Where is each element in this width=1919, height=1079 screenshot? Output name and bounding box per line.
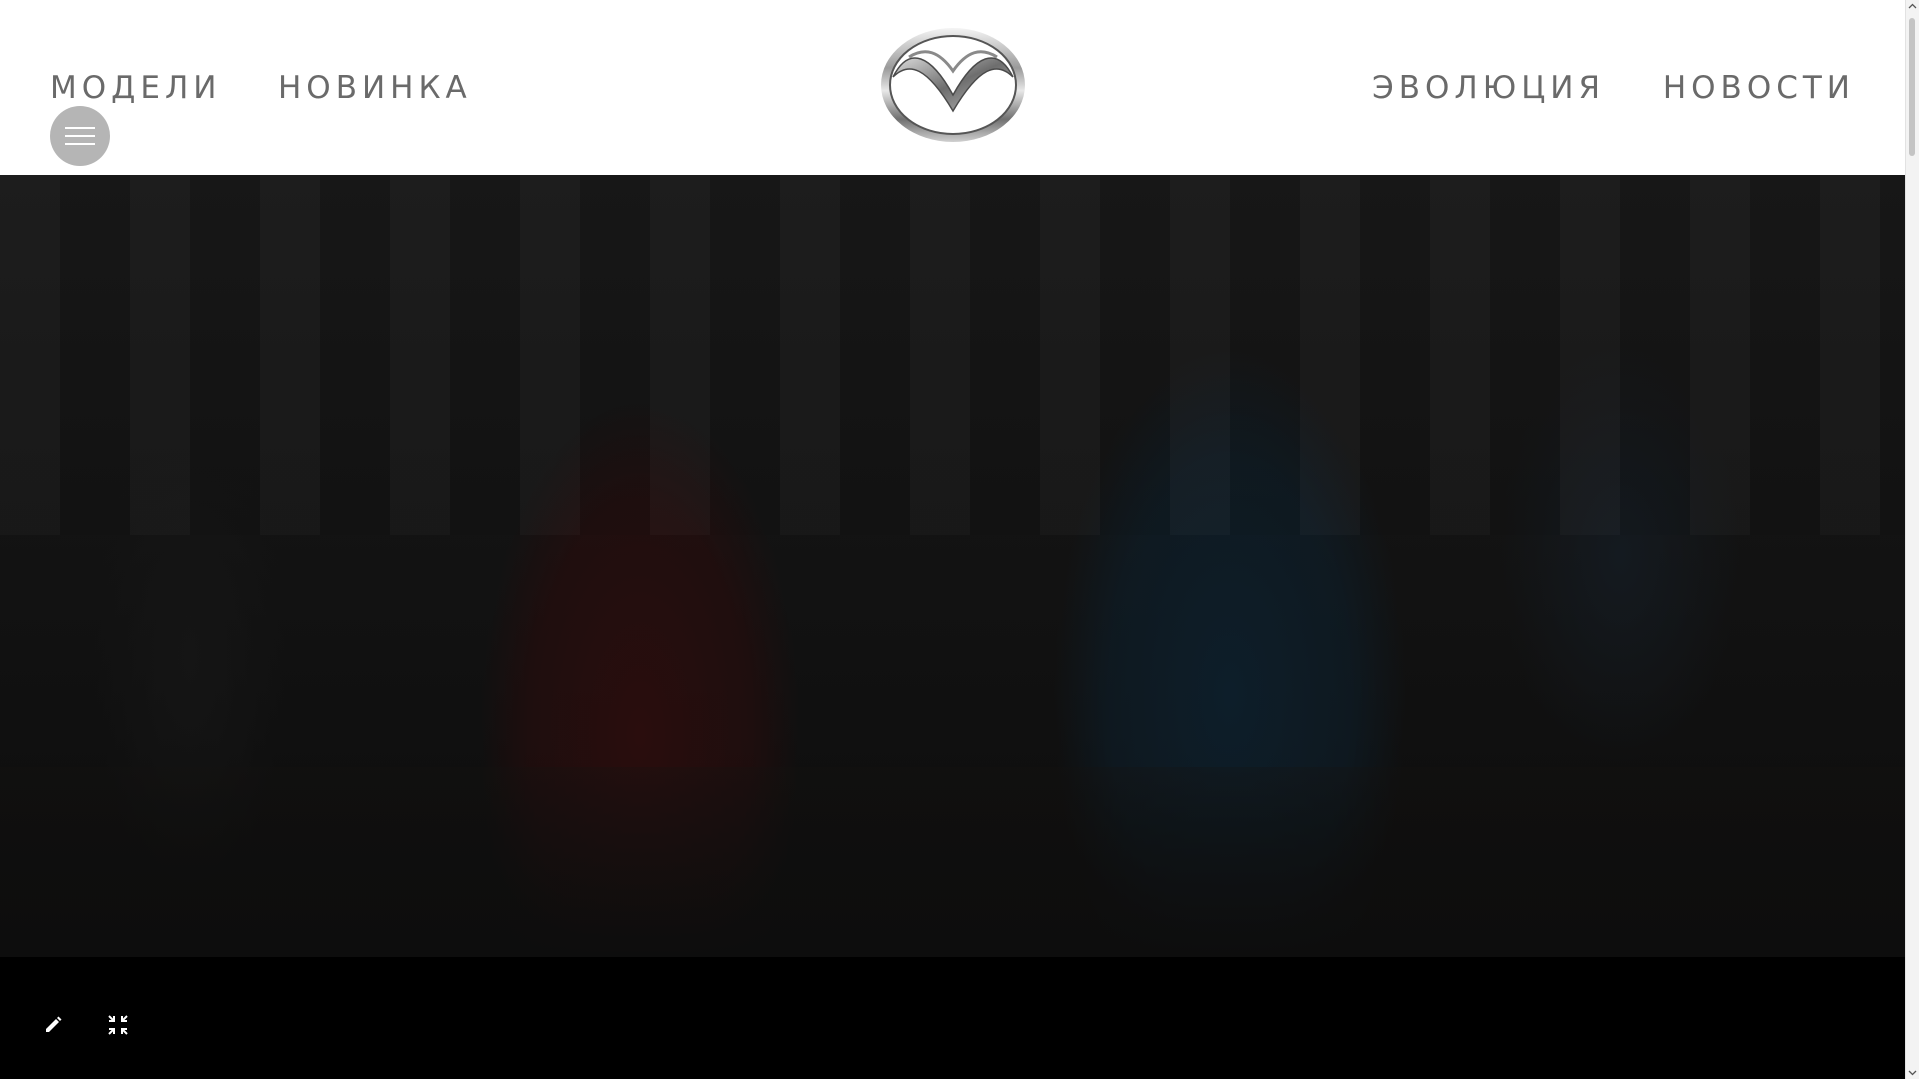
edit-button[interactable] bbox=[38, 1010, 68, 1040]
nav-link-new[interactable]: НОВИНКА bbox=[278, 68, 472, 108]
exit-fullscreen-button[interactable] bbox=[103, 1010, 133, 1040]
nav-link-models[interactable]: МОДЕЛИ bbox=[50, 68, 221, 108]
pencil-icon bbox=[46, 1016, 62, 1032]
hamburger-menu-button[interactable] bbox=[50, 106, 110, 166]
scrollbar-thumb[interactable] bbox=[1909, 18, 1915, 156]
hamburger-menu-icon bbox=[65, 127, 95, 129]
nav-link-news[interactable]: НОВОСТИ bbox=[1663, 68, 1855, 108]
chevron-down-icon[interactable] bbox=[1908, 1068, 1917, 1077]
nav-link-evolution[interactable]: ЭВОЛЮЦИЯ bbox=[1372, 68, 1605, 108]
site-header: МОДЕЛИ НОВИНКА ЭВОЛЮЦИЯ НОВОСТИ bbox=[0, 0, 1906, 175]
video-control-bar bbox=[0, 957, 1906, 1079]
chevron-up-icon[interactable] bbox=[1908, 2, 1917, 11]
exit-fullscreen-icon bbox=[108, 1015, 128, 1035]
crowd-background bbox=[0, 175, 1906, 535]
vertical-scrollbar[interactable] bbox=[1905, 0, 1919, 1079]
page: МОДЕЛИ НОВИНКА ЭВОЛЮЦИЯ НОВОСТИ bbox=[0, 0, 1919, 1079]
hero-video-background bbox=[0, 175, 1906, 957]
mazda-logo[interactable] bbox=[879, 25, 1027, 145]
ground-shadow bbox=[0, 767, 1906, 957]
mazda-logo-icon bbox=[881, 28, 1025, 142]
